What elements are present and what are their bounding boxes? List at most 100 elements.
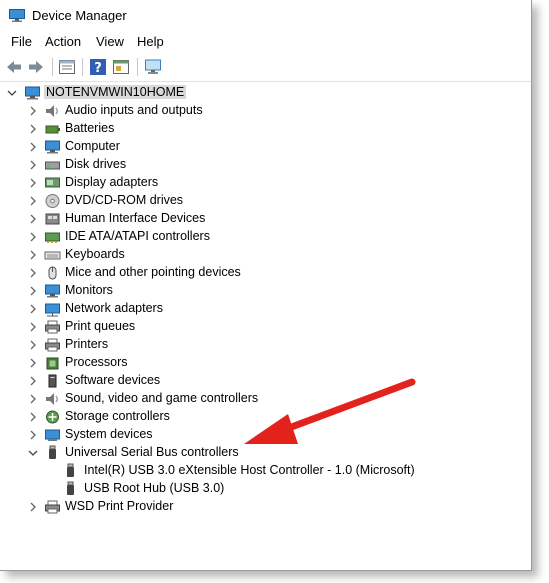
svg-text:?: ? [94, 61, 102, 76]
printer-icon [44, 499, 61, 515]
tree-category[interactable]: Human Interface Devices [0, 210, 531, 228]
storage-controller-icon [44, 409, 61, 425]
tree-item-label: Printers [65, 337, 109, 351]
help-icon[interactable]: ? [89, 58, 107, 76]
menu-action[interactable]: Action [45, 34, 81, 49]
chevron-right-icon[interactable] [27, 158, 39, 172]
title-bar: Device Manager [0, 0, 531, 31]
tree-item-label: WSD Print Provider [65, 499, 174, 513]
tree-item-label: Universal Serial Bus controllers [65, 445, 239, 459]
tree-item-label: Mice and other pointing devices [65, 265, 241, 279]
tree-item-label: Audio inputs and outputs [65, 103, 203, 117]
system-device-icon [44, 427, 61, 443]
tree-device[interactable]: USB Root Hub (USB 3.0) [0, 480, 531, 498]
tree-category[interactable]: DVD/CD-ROM drives [0, 192, 531, 210]
monitor-icon [44, 283, 61, 299]
tree-category[interactable]: Computer [0, 138, 531, 156]
tree-item-label: DVD/CD-ROM drives [65, 193, 184, 207]
menu-file[interactable]: File [11, 34, 32, 49]
chevron-down-icon[interactable] [6, 86, 18, 100]
tree-category[interactable]: Print queues [0, 318, 531, 336]
sound-icon [44, 391, 61, 407]
chevron-right-icon[interactable] [27, 140, 39, 154]
tree-category[interactable]: Audio inputs and outputs [0, 102, 531, 120]
computer-icon [24, 85, 41, 101]
chevron-right-icon[interactable] [27, 338, 39, 352]
tree-item-label: Keyboards [65, 247, 125, 261]
tree-root-label: NOTENVMWIN10HOME [44, 85, 187, 99]
chevron-right-icon[interactable] [27, 230, 39, 244]
tree-device[interactable]: Intel(R) USB 3.0 eXtensible Host Control… [0, 462, 531, 480]
device-manager-window: Device Manager File Action View Help ? N… [0, 0, 532, 571]
speaker-icon [44, 103, 61, 119]
tree-root[interactable]: NOTENVMWIN10HOME [0, 84, 531, 102]
toolbar-separator [82, 58, 83, 76]
keyboard-icon [44, 247, 61, 263]
tree-item-label: Network adapters [65, 301, 163, 315]
tree-category[interactable]: Batteries [0, 120, 531, 138]
chevron-right-icon[interactable] [27, 302, 39, 316]
chevron-right-icon[interactable] [27, 266, 39, 280]
tree-item-label: USB Root Hub (USB 3.0) [84, 481, 225, 495]
tree-category[interactable]: Monitors [0, 282, 531, 300]
ide-controller-icon [44, 229, 61, 245]
tree-category[interactable]: Disk drives [0, 156, 531, 174]
tree-category[interactable]: Keyboards [0, 246, 531, 264]
chevron-right-icon[interactable] [27, 212, 39, 226]
mouse-icon [44, 265, 61, 281]
tree-category[interactable]: Network adapters [0, 300, 531, 318]
chevron-right-icon[interactable] [27, 248, 39, 262]
tree-item-label: Disk drives [65, 157, 127, 171]
tree-item-label: Display adapters [65, 175, 159, 189]
tree-item-label: Monitors [65, 283, 113, 297]
tree-category[interactable]: IDE ATA/ATAPI controllers [0, 228, 531, 246]
computer-icon [44, 139, 61, 155]
chevron-right-icon[interactable] [27, 428, 39, 442]
properties-icon[interactable] [58, 58, 76, 76]
tree-item-label: Intel(R) USB 3.0 eXtensible Host Control… [84, 463, 415, 477]
printer-icon [44, 337, 61, 353]
tree-item-label: Sound, video and game controllers [65, 391, 259, 405]
tree-item-label: IDE ATA/ATAPI controllers [65, 229, 210, 243]
chevron-right-icon[interactable] [27, 500, 39, 514]
tree-item-label: Computer [65, 139, 120, 153]
chevron-right-icon[interactable] [27, 356, 39, 370]
software-device-icon [44, 373, 61, 389]
chevron-right-icon[interactable] [27, 104, 39, 118]
chevron-right-icon[interactable] [27, 284, 39, 298]
monitor-scan-icon[interactable] [144, 58, 162, 76]
chevron-right-icon[interactable] [27, 320, 39, 334]
tree-category[interactable]: Printers [0, 336, 531, 354]
tree-item-label: Processors [65, 355, 128, 369]
chevron-right-icon[interactable] [27, 194, 39, 208]
tree-item-label: Software devices [65, 373, 161, 387]
toolbar: ? [0, 53, 531, 82]
menu-help[interactable]: Help [137, 34, 164, 49]
display-adapter-icon [44, 175, 61, 191]
menu-view[interactable]: View [96, 34, 124, 49]
chevron-right-icon[interactable] [27, 122, 39, 136]
tree-category[interactable]: WSD Print Provider [0, 498, 531, 516]
usb-icon [62, 463, 79, 479]
chevron-down-icon[interactable] [27, 446, 39, 460]
disk-drive-icon [44, 157, 61, 173]
chevron-right-icon[interactable] [27, 392, 39, 406]
hid-icon [44, 211, 61, 227]
console-icon[interactable] [112, 58, 130, 76]
tree-category[interactable]: Display adapters [0, 174, 531, 192]
usb-icon [62, 481, 79, 497]
forward-arrow-icon[interactable] [27, 58, 45, 76]
processor-icon [44, 355, 61, 371]
tree-item-label: Batteries [65, 121, 115, 135]
chevron-right-icon[interactable] [27, 410, 39, 424]
battery-icon [44, 121, 61, 137]
chevron-right-icon[interactable] [27, 176, 39, 190]
toolbar-separator [137, 58, 138, 76]
back-arrow-icon[interactable] [5, 58, 23, 76]
window-title: Device Manager [32, 8, 127, 23]
tree-category[interactable]: Mice and other pointing devices [0, 264, 531, 282]
tree-category[interactable]: Processors [0, 354, 531, 372]
usb-icon [44, 445, 61, 461]
chevron-right-icon[interactable] [27, 374, 39, 388]
menu-bar: File Action View Help [0, 31, 531, 53]
